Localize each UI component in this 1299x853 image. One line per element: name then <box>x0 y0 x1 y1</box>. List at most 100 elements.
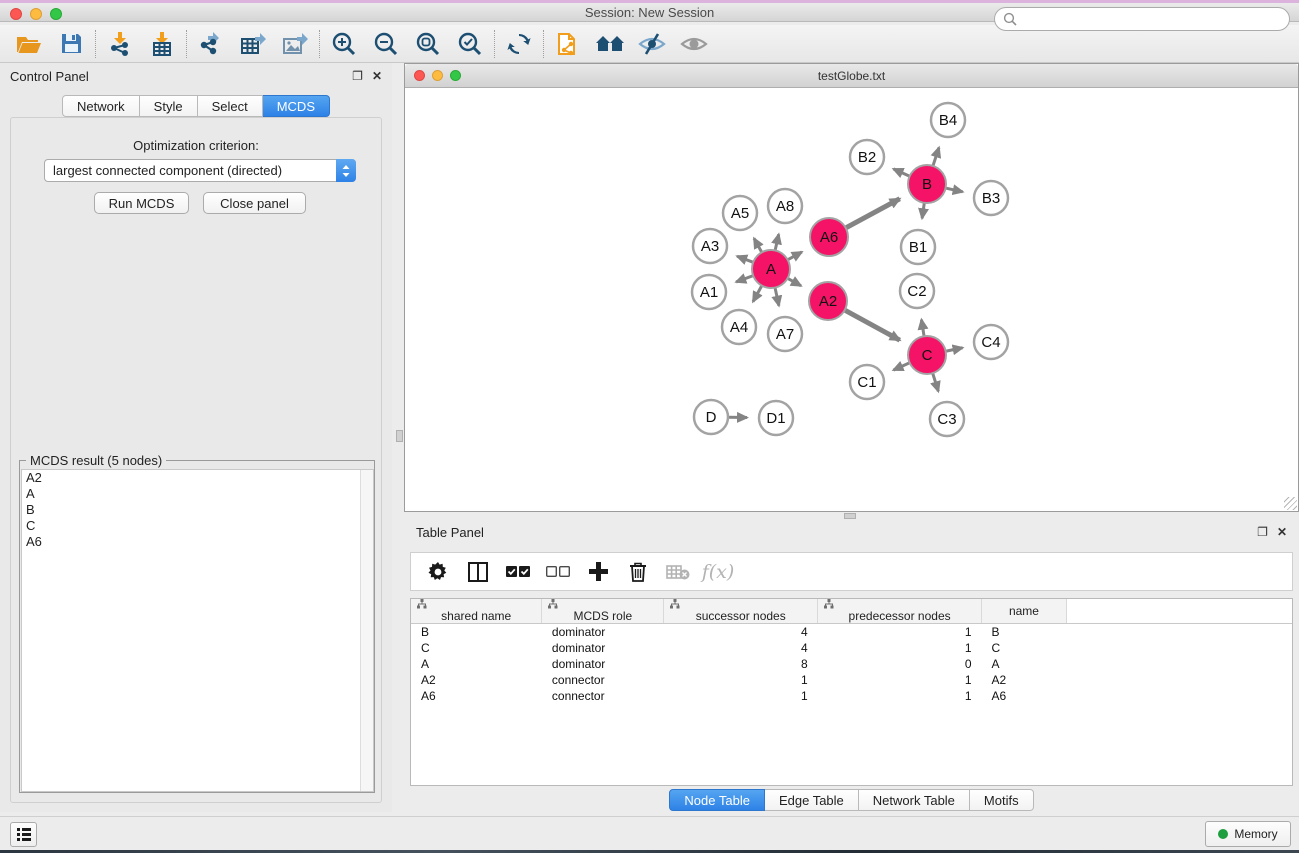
hide-selected-eye-icon[interactable] <box>631 28 673 60</box>
zoom-window-button[interactable] <box>50 8 62 20</box>
tab-mcds[interactable]: MCDS <box>263 95 330 117</box>
edge-A-A8[interactable] <box>775 234 779 250</box>
table-cell[interactable]: A <box>982 656 1067 672</box>
node-D[interactable]: D <box>694 400 728 434</box>
column-header-name[interactable]: name <box>982 599 1067 624</box>
edge-C-C3[interactable] <box>933 373 939 391</box>
close-window-button[interactable] <box>10 8 22 20</box>
edge-B-B2[interactable] <box>893 169 909 176</box>
column-header-MCDS-role[interactable]: MCDS role <box>542 599 664 624</box>
node-B4[interactable]: B4 <box>931 103 965 137</box>
node-B1[interactable]: B1 <box>901 230 935 264</box>
node-A4[interactable]: A4 <box>722 310 756 344</box>
edge-A-A2[interactable] <box>788 278 801 286</box>
node-D1[interactable]: D1 <box>759 401 793 435</box>
table-close-panel-icon[interactable]: ✕ <box>1277 526 1287 538</box>
deselect-checkboxes-icon[interactable] <box>543 557 573 587</box>
delete-column-trash-icon[interactable] <box>623 557 653 587</box>
mcds-result-list[interactable]: A2ABCA6 <box>21 469 374 792</box>
column-header-successor-nodes[interactable]: successor nodes <box>664 599 818 624</box>
edge-C-C2[interactable] <box>921 320 924 337</box>
node-C4[interactable]: C4 <box>974 325 1008 359</box>
table-cell[interactable]: A6 <box>411 688 542 704</box>
table-cell[interactable]: 1 <box>818 672 982 688</box>
export-network-icon[interactable] <box>190 28 232 60</box>
table-cell[interactable]: B <box>411 624 542 640</box>
table-row[interactable]: A6connector11A6 <box>411 688 1292 704</box>
new-network-icon[interactable] <box>547 28 589 60</box>
edge-B-B3[interactable] <box>946 188 963 192</box>
open-file-icon[interactable] <box>8 28 50 60</box>
node-C1[interactable]: C1 <box>850 365 884 399</box>
table-cell[interactable]: 1 <box>818 640 982 656</box>
minimize-window-button[interactable] <box>30 8 42 20</box>
delete-table-icon[interactable] <box>663 557 693 587</box>
horizontal-splitter-handle[interactable] <box>396 430 403 442</box>
window-resize-grip[interactable] <box>1284 497 1297 510</box>
edge-C-C4[interactable] <box>946 348 963 351</box>
tab-edge-table[interactable]: Edge Table <box>765 789 859 811</box>
tab-motifs[interactable]: Motifs <box>970 789 1034 811</box>
select-all-checkboxes-icon[interactable] <box>503 557 533 587</box>
tab-select[interactable]: Select <box>198 95 263 117</box>
table-cell[interactable]: 4 <box>664 624 818 640</box>
close-panel-button[interactable]: Close panel <box>203 192 306 214</box>
run-mcds-button[interactable]: Run MCDS <box>94 192 189 214</box>
edge-A-A3[interactable] <box>737 256 753 262</box>
table-float-panel-icon[interactable]: ❐ <box>1257 526 1268 538</box>
settings-gear-icon[interactable] <box>423 557 453 587</box>
table-cell[interactable]: dominator <box>542 640 664 656</box>
table-row[interactable]: Cdominator41C <box>411 640 1292 656</box>
network-minimize-button[interactable] <box>432 70 443 81</box>
task-history-button[interactable] <box>10 822 37 847</box>
table-row[interactable]: Bdominator41B <box>411 624 1292 640</box>
add-column-icon[interactable] <box>583 557 613 587</box>
tab-node-table[interactable]: Node Table <box>669 789 765 811</box>
node-A8[interactable]: A8 <box>768 189 802 223</box>
table-cell[interactable]: 4 <box>664 640 818 656</box>
table-cell[interactable]: connector <box>542 672 664 688</box>
node-A1[interactable]: A1 <box>692 275 726 309</box>
refresh-icon[interactable] <box>498 28 540 60</box>
zoom-fit-icon[interactable] <box>407 28 449 60</box>
tab-style[interactable]: Style <box>140 95 198 117</box>
table-cell[interactable]: 0 <box>818 656 982 672</box>
node-A3[interactable]: A3 <box>693 229 727 263</box>
edge-A6-B[interactable] <box>846 199 900 228</box>
node-A6[interactable]: A6 <box>810 218 848 256</box>
edge-A-A7[interactable] <box>775 288 779 306</box>
edge-B-B1[interactable] <box>922 203 924 218</box>
table-cell[interactable]: 1 <box>818 624 982 640</box>
edge-A-A5[interactable] <box>754 238 762 252</box>
network-graph[interactable]: B4B2BB3A8A5A6A3B1AA1C2A2A4A7C4CC1DD1C3 <box>405 88 1298 511</box>
export-table-icon[interactable] <box>232 28 274 60</box>
search-input[interactable] <box>1022 12 1289 26</box>
memory-button[interactable]: Memory <box>1205 821 1291 847</box>
table-cell[interactable]: dominator <box>542 624 664 640</box>
node-A2[interactable]: A2 <box>809 282 847 320</box>
save-session-icon[interactable] <box>50 28 92 60</box>
table-cell[interactable]: C <box>411 640 542 656</box>
network-window-titlebar[interactable]: testGlobe.txt <box>405 64 1298 88</box>
export-image-icon[interactable] <box>274 28 316 60</box>
edge-A2-C[interactable] <box>845 310 900 340</box>
network-close-button[interactable] <box>414 70 425 81</box>
zoom-in-icon[interactable] <box>323 28 365 60</box>
edge-A-A4[interactable] <box>753 286 762 302</box>
node-A[interactable]: A <box>752 250 790 288</box>
result-list-item[interactable]: C <box>22 518 373 534</box>
zoom-selected-icon[interactable] <box>449 28 491 60</box>
node-B3[interactable]: B3 <box>974 181 1008 215</box>
column-layout-icon[interactable] <box>463 557 493 587</box>
edge-C-C1[interactable] <box>893 363 909 370</box>
close-panel-icon[interactable]: ✕ <box>372 70 382 82</box>
home-layout-icon[interactable] <box>589 28 631 60</box>
node-C2[interactable]: C2 <box>900 274 934 308</box>
result-list-item[interactable]: A6 <box>22 534 373 550</box>
import-network-icon[interactable] <box>99 28 141 60</box>
network-zoom-button[interactable] <box>450 70 461 81</box>
result-list-item[interactable]: B <box>22 502 373 518</box>
table-cell[interactable]: dominator <box>542 656 664 672</box>
optimization-criterion-dropdown[interactable]: largest connected component (directed) <box>44 159 356 182</box>
search-field[interactable] <box>994 7 1290 31</box>
